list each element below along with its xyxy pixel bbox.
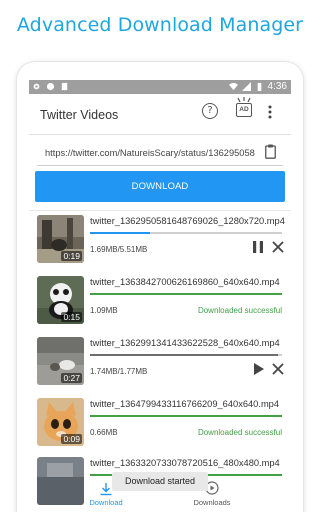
- status-bar: 4:36: [29, 80, 291, 94]
- list-item[interactable]: 0:27 twitter_1362991341433622528_640x640…: [29, 334, 291, 392]
- phone-frame: 4:36 Twitter Videos ? AD https://twitter…: [17, 62, 303, 512]
- list-item[interactable]: 0:19 twitter_1362950581648769026_1280x72…: [29, 212, 291, 270]
- progress-bar: [90, 232, 282, 234]
- settings-icon: [33, 83, 40, 90]
- status-text: Downloaded successful: [197, 428, 282, 437]
- help-icon[interactable]: ?: [202, 103, 218, 119]
- file-size: 0.66MB: [90, 428, 118, 437]
- snackbar: Download started: [112, 472, 208, 491]
- list-item[interactable]: 0:15 twitter_1363842700626169860_640x640…: [29, 273, 291, 331]
- progress-bar: [90, 415, 282, 417]
- file-name: twitter_1363842700626169860_640x640.mp4: [90, 277, 280, 287]
- wifi-icon: [228, 82, 238, 91]
- progress-fill: [90, 354, 279, 356]
- more-menu-icon[interactable]: [268, 105, 272, 119]
- progress-fill: [90, 232, 150, 234]
- close-icon[interactable]: [269, 238, 287, 256]
- file-size: 1.74MB/1.77MB: [90, 367, 148, 376]
- download-button[interactable]: DOWNLOAD: [35, 171, 285, 202]
- play-icon[interactable]: [249, 360, 267, 378]
- clock: 4:36: [267, 81, 287, 92]
- file-name: twitter_1362991341433622528_640x640.mp4: [90, 338, 280, 348]
- file-name: twitter_1363320733078720516_480x480.mp4: [90, 458, 280, 468]
- progress-fill: [90, 293, 282, 295]
- file-size: 1.69MB/5.51MB: [90, 245, 148, 254]
- list-divider: [29, 210, 291, 211]
- video-thumbnail[interactable]: 0:27: [37, 337, 84, 385]
- promo-title: Advanced Download Manager: [16, 14, 304, 36]
- sd-card-icon: [61, 82, 68, 91]
- close-icon[interactable]: [269, 360, 287, 378]
- file-name: twitter_1364799433116766209_640x640.mp4: [90, 399, 280, 409]
- duration-label: 0:27: [61, 373, 82, 383]
- video-thumbnail[interactable]: 0:19: [37, 215, 84, 263]
- video-thumbnail[interactable]: 0:15: [37, 276, 84, 324]
- progress-fill: [90, 415, 282, 417]
- progress-bar: [90, 354, 282, 356]
- list-item[interactable]: 0:09 twitter_1364799433116766209_640x640…: [29, 395, 291, 453]
- tab-download[interactable]: Download: [71, 498, 141, 507]
- app-bar: Twitter Videos ? AD: [29, 94, 291, 134]
- app-bar-divider: [29, 134, 291, 135]
- app-title: Twitter Videos: [40, 108, 119, 122]
- circle-icon: [46, 82, 55, 91]
- file-size: 1.09MB: [90, 306, 118, 315]
- pause-icon[interactable]: [249, 238, 267, 256]
- signal-icon: [241, 82, 251, 91]
- tab-downloads[interactable]: Downloads: [177, 498, 247, 507]
- remove-ads-icon[interactable]: AD: [236, 103, 252, 117]
- duration-label: 0:19: [61, 251, 82, 261]
- duration-label: 0:15: [61, 312, 82, 322]
- url-input[interactable]: https://twitter.com/NatureisScary/status…: [37, 140, 283, 166]
- progress-bar: [90, 293, 282, 295]
- url-input-value[interactable]: https://twitter.com/NatureisScary/status…: [45, 148, 257, 158]
- duration-label: 0:09: [61, 434, 82, 444]
- download-tab-icon[interactable]: [99, 482, 113, 496]
- file-name: twitter_1362950581648769026_1280x720.mp4: [90, 216, 285, 226]
- clipboard-icon[interactable]: [265, 144, 276, 159]
- status-text: Downloaded successful: [197, 306, 282, 315]
- battery-icon: [257, 82, 261, 91]
- video-thumbnail[interactable]: 0:09: [37, 398, 84, 446]
